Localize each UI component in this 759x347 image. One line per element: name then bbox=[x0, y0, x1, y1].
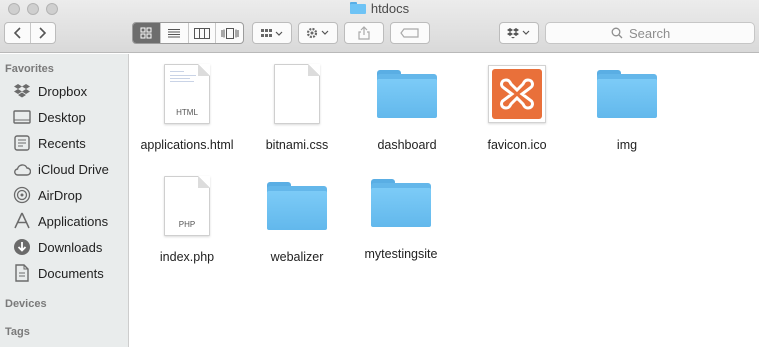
search-input[interactable] bbox=[629, 25, 689, 41]
xampp-logo-icon bbox=[488, 65, 546, 123]
folder-icon bbox=[371, 179, 431, 227]
php-document-icon: PHP bbox=[164, 176, 210, 236]
file-name: webalizer bbox=[270, 250, 324, 264]
cloud-icon bbox=[12, 160, 32, 178]
action-button[interactable] bbox=[298, 22, 338, 44]
cover-flow-icon bbox=[221, 27, 239, 39]
window-title-text: htdocs bbox=[370, 1, 410, 16]
desktop-icon bbox=[12, 108, 32, 126]
sidebar-item-airdrop[interactable]: AirDrop bbox=[12, 183, 128, 207]
folder-icon bbox=[597, 70, 657, 118]
back-button[interactable] bbox=[5, 23, 30, 43]
sidebar-item-desktop[interactable]: Desktop bbox=[12, 105, 128, 129]
downloads-icon bbox=[12, 238, 32, 256]
toolbar: htdocs bbox=[0, 0, 759, 53]
list-view-icon bbox=[168, 28, 181, 37]
sidebar-item-applications[interactable]: Applications bbox=[12, 209, 128, 233]
file-name: applications.html bbox=[140, 138, 234, 152]
tag-icon bbox=[400, 28, 419, 38]
html-document-icon: HTML bbox=[164, 64, 210, 124]
airdrop-icon bbox=[12, 186, 32, 204]
sidebar-item-label: Documents bbox=[38, 265, 104, 281]
sidebar: Favorites Dropbox Desktop Recents iCloud… bbox=[0, 54, 129, 347]
search-icon bbox=[611, 27, 623, 39]
window-title: htdocs bbox=[0, 1, 759, 16]
sidebar-item-label: Recents bbox=[38, 135, 86, 151]
file-extension-label: HTML bbox=[176, 108, 198, 117]
folder-icon bbox=[267, 182, 327, 230]
column-view-icon bbox=[193, 27, 210, 39]
cover-flow-view-button[interactable] bbox=[215, 23, 243, 43]
share-icon bbox=[358, 26, 370, 40]
sidebar-item-label: AirDrop bbox=[38, 187, 83, 203]
documents-icon bbox=[12, 264, 32, 282]
file-name: mytestingsite bbox=[364, 247, 438, 261]
forward-button[interactable] bbox=[29, 23, 56, 43]
chevron-left-icon bbox=[13, 27, 21, 39]
sidebar-item-label: iCloud Drive bbox=[38, 161, 109, 177]
folder-icon bbox=[349, 2, 366, 14]
sidebar-item-recents[interactable]: Recents bbox=[12, 131, 128, 155]
file-name: bitnami.css bbox=[265, 138, 329, 152]
sidebar-item-label: Desktop bbox=[38, 109, 86, 125]
chevron-right-icon bbox=[39, 27, 47, 39]
css-document-icon bbox=[274, 64, 320, 124]
edit-tags-button[interactable] bbox=[390, 22, 430, 44]
sidebar-section-tags[interactable]: Tags bbox=[5, 326, 30, 338]
list-view-button[interactable] bbox=[159, 23, 188, 43]
applications-icon bbox=[12, 212, 32, 230]
sidebar-item-documents[interactable]: Documents bbox=[12, 261, 128, 285]
arrange-icon bbox=[261, 28, 283, 37]
view-mode-selector bbox=[132, 22, 244, 44]
sidebar-item-dropbox[interactable]: Dropbox bbox=[12, 79, 128, 103]
dropbox-icon bbox=[12, 82, 32, 100]
sidebar-section-favorites: Favorites bbox=[5, 63, 54, 75]
sidebar-item-icloud-drive[interactable]: iCloud Drive bbox=[12, 157, 128, 181]
file-name: img bbox=[616, 138, 638, 152]
navigation-buttons bbox=[4, 22, 56, 44]
recents-icon bbox=[12, 134, 32, 152]
icon-view-button[interactable] bbox=[133, 23, 160, 43]
column-view-button[interactable] bbox=[187, 23, 216, 43]
sidebar-section-devices[interactable]: Devices bbox=[5, 298, 47, 310]
icon-view-icon bbox=[140, 27, 152, 39]
share-button[interactable] bbox=[344, 22, 384, 44]
search-field[interactable] bbox=[545, 22, 755, 44]
folder-icon bbox=[377, 70, 437, 118]
sidebar-item-label: Dropbox bbox=[38, 83, 88, 99]
arrange-button[interactable] bbox=[252, 22, 292, 44]
file-name: index.php bbox=[159, 250, 215, 264]
file-browser: HTML applications.html bitnami.css dashb… bbox=[130, 54, 759, 347]
sidebar-item-label: Downloads bbox=[38, 239, 103, 255]
sidebar-item-downloads[interactable]: Downloads bbox=[12, 235, 128, 259]
sidebar-item-label: Applications bbox=[38, 213, 109, 229]
dropbox-button[interactable] bbox=[499, 22, 539, 44]
file-name: favicon.ico bbox=[487, 138, 547, 152]
file-extension-label: PHP bbox=[178, 220, 196, 229]
dropbox-icon bbox=[507, 28, 530, 39]
gear-icon bbox=[306, 27, 329, 39]
file-name: dashboard bbox=[377, 138, 437, 152]
